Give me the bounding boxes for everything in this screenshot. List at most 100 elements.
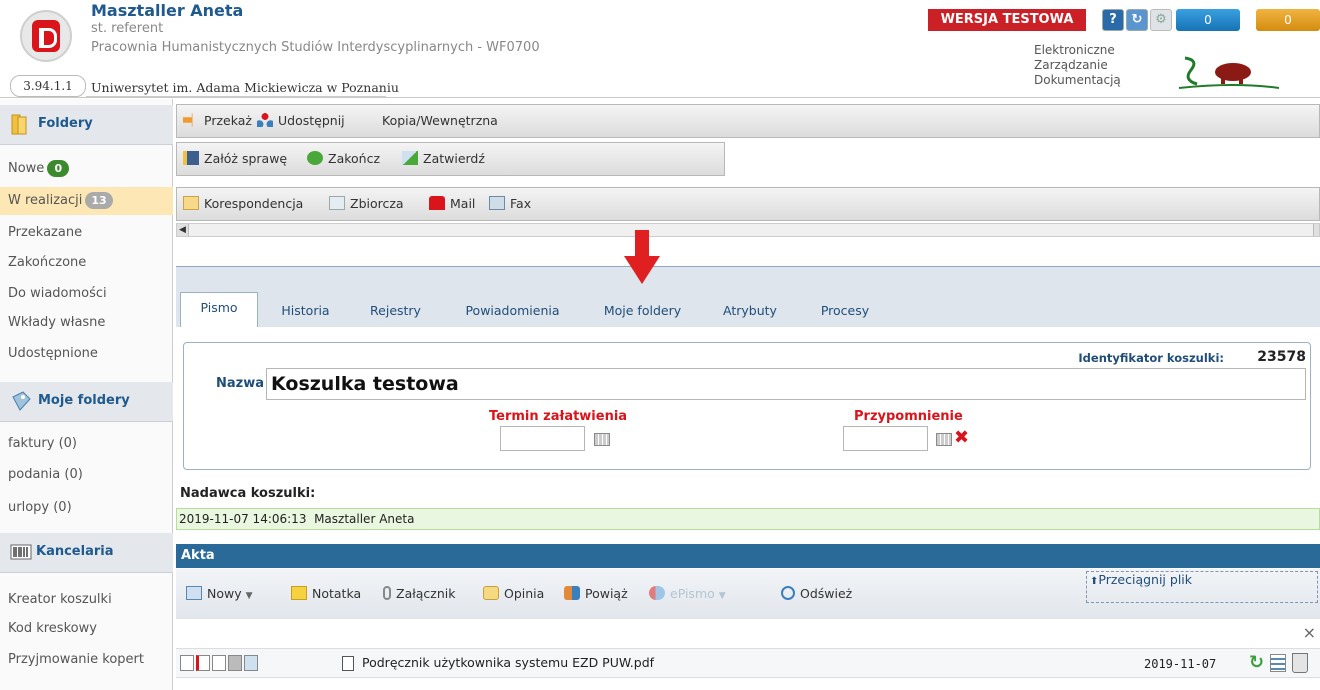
horizontal-scrollbar[interactable]: ◀ xyxy=(176,223,1320,237)
save-icon[interactable] xyxy=(244,655,258,671)
refresh-icon[interactable]: ↻ xyxy=(1126,9,1148,31)
close-icon[interactable]: × xyxy=(1303,623,1316,642)
share-network-icon xyxy=(257,113,273,127)
paperclip-icon xyxy=(383,586,391,600)
envelope-icon xyxy=(183,196,199,210)
tab-history[interactable]: Historia xyxy=(268,296,343,328)
counter-orange[interactable]: 0 xyxy=(1256,9,1320,31)
toolbar-case: Załóż sprawę Zakończ Zatwierdź xyxy=(176,142,725,176)
tab-my-folders[interactable]: Moje foldery xyxy=(590,296,695,328)
print-icon[interactable] xyxy=(228,655,242,671)
refresh-icon xyxy=(781,586,795,600)
note-button[interactable]: Notatka xyxy=(291,578,361,610)
toolbar-correspondence: Korespondencja Zbiorcza Mail Fax xyxy=(176,187,1320,221)
forward-button[interactable]: Przekaż xyxy=(183,105,252,137)
file-name-link[interactable]: Podręcznik użytkownika systemu EZD PUW.p… xyxy=(362,655,654,670)
red-arrow-annotation xyxy=(624,230,660,284)
scroll-left-arrow-icon[interactable]: ◀ xyxy=(177,224,189,236)
header-divider xyxy=(86,96,386,97)
folder-icon xyxy=(11,114,27,135)
user-university: Uniwersytet im. Adama Mickiewicza w Pozn… xyxy=(91,80,399,95)
note-icon xyxy=(291,586,307,600)
register-icon[interactable] xyxy=(180,655,194,671)
epismo-dropdown-button[interactable]: ePismo ▼ xyxy=(649,578,726,610)
office-barcode[interactable]: Kod kreskowy xyxy=(0,615,173,643)
sidebar: Foldery Nowe 0 W realizacji 13 Przekazane … xyxy=(0,99,173,690)
name-input[interactable]: Koszulka testowa xyxy=(266,368,1306,400)
info-icon[interactable] xyxy=(212,655,226,671)
office-header[interactable]: Kancelaria xyxy=(0,533,173,573)
speech-bubble-icon xyxy=(483,586,499,600)
tab-notifications[interactable]: Powiadomienia xyxy=(450,296,575,328)
approve-doc-icon xyxy=(402,151,418,165)
count-badge: 13 xyxy=(85,192,113,209)
folder-forwarded[interactable]: Przekazane xyxy=(0,219,173,247)
toolbar-forward: Przekaż Udostępnij Kopia/Wewnętrzna xyxy=(176,104,1320,138)
file-action-icons xyxy=(180,655,260,671)
help-icon[interactable]: ? xyxy=(1102,9,1124,31)
tab-pismo[interactable]: Pismo xyxy=(180,292,258,328)
reminder-input[interactable] xyxy=(843,426,928,451)
reminder-label: Przypomnienie xyxy=(854,409,963,424)
deadline-input[interactable] xyxy=(500,426,585,451)
folder-shared[interactable]: Udostępnione xyxy=(0,340,173,368)
drag-file-dropzone[interactable]: ⬆Przeciągnij plik xyxy=(1086,571,1318,603)
link-button[interactable]: Powiąż xyxy=(564,578,628,610)
refresh-button[interactable]: Odśwież xyxy=(781,578,852,610)
pdf-file-icon xyxy=(342,656,354,671)
trash-icon[interactable] xyxy=(1292,653,1308,673)
office-shirt-creator[interactable]: Kreator koszulki xyxy=(0,586,173,614)
folder-new[interactable]: Nowe 0 xyxy=(0,155,173,183)
akta-header: Akta xyxy=(176,544,1320,568)
list-icon[interactable] xyxy=(1270,654,1286,672)
correspondence-button[interactable]: Korespondencja xyxy=(183,188,303,220)
search-row[interactable]: × xyxy=(176,619,1320,648)
tab-attributes[interactable]: Atrybuty xyxy=(710,296,790,328)
finish-button[interactable]: Zakończ xyxy=(307,143,380,175)
calendar-icon[interactable] xyxy=(936,433,952,446)
share-button[interactable]: Udostępnij xyxy=(257,105,345,137)
new-dropdown-button[interactable]: Nowy ▼ xyxy=(186,578,253,610)
create-case-button[interactable]: Załóż sprawę xyxy=(183,143,287,175)
my-folder-invoices[interactable]: faktury (0) xyxy=(0,430,173,458)
clear-x-icon[interactable]: ✖ xyxy=(954,427,969,448)
folder-in-progress[interactable]: W realizacji 13 xyxy=(0,187,173,215)
counter-blue[interactable]: 0 xyxy=(1176,9,1240,31)
folder-for-info[interactable]: Do wiadomości xyxy=(0,280,173,308)
folder-finished[interactable]: Zakończone xyxy=(0,249,173,277)
check-circle-icon xyxy=(307,151,323,165)
file-row[interactable]: Podręcznik użytkownika systemu EZD PUW.p… xyxy=(176,648,1320,678)
fax-icon xyxy=(489,196,505,210)
collective-button[interactable]: Zbiorcza xyxy=(329,188,404,220)
my-folder-leaves[interactable]: urlopy (0) xyxy=(0,494,173,522)
arrow-right-icon xyxy=(183,113,199,127)
copy-internal-button[interactable]: Kopia/Wewnętrzna xyxy=(382,105,498,137)
file-date: 2019-11-07 xyxy=(1144,657,1217,671)
shirt-form: Identyfikator koszulki: 23578 Nazwa Kosz… xyxy=(183,342,1311,470)
header: 3.94.1.1 Masztaller Aneta st. referent P… xyxy=(0,0,1320,98)
user-department: Pracownia Humanistycznych Studiów Interd… xyxy=(91,40,540,55)
calendar-icon[interactable] xyxy=(594,433,610,446)
user-name[interactable]: Masztaller Aneta xyxy=(91,1,243,20)
user-role: st. referent xyxy=(91,21,164,36)
settings-icon[interactable]: ⚙ xyxy=(1150,9,1172,31)
flag-icon[interactable] xyxy=(196,655,210,671)
attachment-button[interactable]: Załącznik xyxy=(383,578,456,610)
new-doc-icon xyxy=(186,586,202,600)
opinion-button[interactable]: Opinia xyxy=(483,578,544,610)
scroll-right-arrow-icon[interactable] xyxy=(1313,224,1319,236)
mailbox-icon xyxy=(429,196,445,210)
my-folder-applications[interactable]: podania (0) xyxy=(0,461,173,489)
fax-button[interactable]: Fax xyxy=(489,188,531,220)
identifier-value: 23578 xyxy=(1257,349,1306,365)
mail-button[interactable]: Mail xyxy=(429,188,475,220)
folders-header[interactable]: Foldery xyxy=(0,105,173,145)
my-folders-header[interactable]: Moje foldery xyxy=(0,382,173,422)
approve-button[interactable]: Zatwierdź xyxy=(402,143,485,175)
tab-processes[interactable]: Procesy xyxy=(805,296,885,328)
tab-registers[interactable]: Rejestry xyxy=(358,296,433,328)
folder-own-contributions[interactable]: Wkłady własne xyxy=(0,309,173,337)
office-envelope-intake[interactable]: Przyjmowanie kopert xyxy=(0,648,173,686)
refresh-green-icon[interactable]: ↻ xyxy=(1249,652,1264,673)
ezd-caption: Elektroniczne Zarządzanie Dokumentacją xyxy=(1034,43,1121,87)
